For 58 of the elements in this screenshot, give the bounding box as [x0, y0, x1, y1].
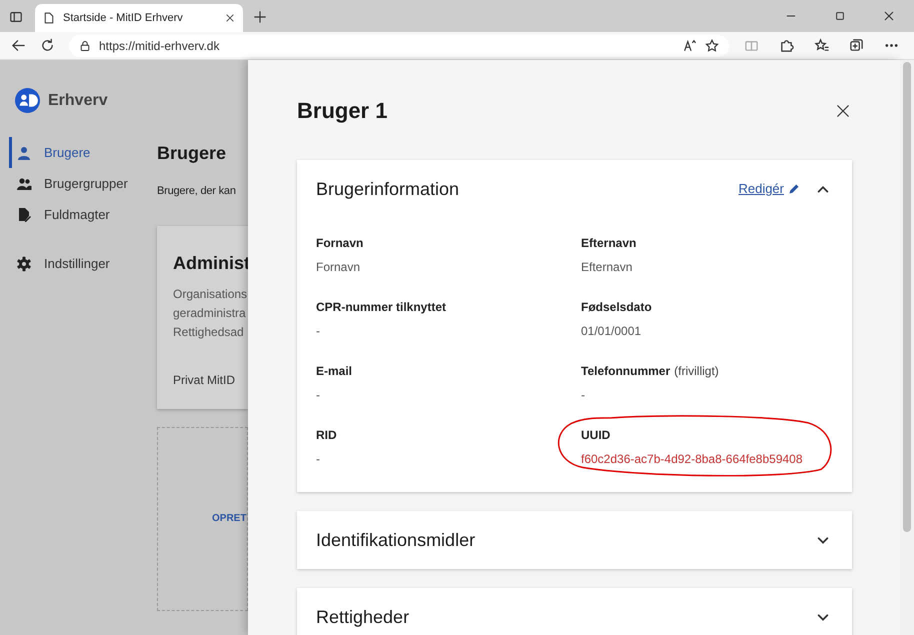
field-value: -	[581, 387, 586, 404]
field-label: Telefonnummer	[581, 363, 670, 380]
puzzle-icon[interactable]	[779, 38, 794, 53]
field-label: RID	[316, 427, 337, 444]
sidebar-toggle-icon[interactable]	[9, 10, 23, 24]
field-value: Fornavn	[316, 259, 362, 276]
field-value: -	[316, 387, 321, 404]
drawer-title: Bruger 1	[297, 97, 388, 125]
create-button[interactable]: OPRET	[212, 511, 246, 526]
edit-link[interactable]: Redigér	[738, 179, 800, 199]
field-label: Fødselsdato	[581, 299, 652, 316]
card-footer-text: Privat MitID	[173, 372, 236, 388]
favorites-icon[interactable]	[814, 38, 829, 53]
back-icon[interactable]	[11, 38, 26, 53]
read-aloud-icon[interactable]	[683, 38, 697, 52]
star-plus-icon[interactable]	[705, 38, 719, 52]
lock-icon	[79, 40, 91, 52]
card-text: Organisations	[173, 286, 248, 302]
field-label: Fornavn	[316, 235, 364, 252]
card-text: Rettighedsad	[173, 324, 245, 340]
field-value: f60c2d36-ac7b-4d92-8ba8-664fe8b59408	[581, 451, 804, 468]
field-label: E-mail	[316, 363, 352, 380]
tab-title: Startside - MitID Erhverv	[63, 10, 184, 26]
logo-text: Erhverv	[48, 90, 108, 110]
gear-icon	[16, 256, 32, 272]
collections-icon[interactable]	[849, 38, 864, 53]
sidebar-item[interactable]: Brugere	[9, 137, 157, 168]
section-title[interactable]: Brugerinformation	[316, 176, 738, 202]
card-text: geradministra	[173, 304, 247, 322]
close-icon[interactable]	[883, 10, 895, 22]
logo-icon	[15, 88, 40, 113]
new-tab-icon[interactable]	[253, 10, 267, 24]
field-value: -	[316, 451, 321, 468]
page-icon	[43, 11, 55, 25]
people-icon	[16, 176, 32, 192]
browser-tab[interactable]: Startside - MitID Erhverv	[35, 4, 243, 32]
field-label: Efternavn	[581, 235, 636, 252]
address-bar[interactable]: https://mitid-erhverv.dk	[69, 34, 729, 56]
field-value: Efternavn	[581, 259, 634, 276]
page-title: Brugere	[157, 142, 228, 165]
close-icon[interactable]	[225, 13, 235, 23]
pencil-icon	[788, 183, 800, 195]
document-pen-icon	[16, 206, 32, 222]
maximize-icon[interactable]	[834, 10, 846, 22]
person-icon	[16, 144, 32, 160]
card-title: Administ	[173, 252, 248, 274]
page-description: Brugere, der kan	[157, 184, 237, 199]
sidebar-item[interactable]: Brugergrupper	[9, 168, 157, 199]
field-note: (frivilligt)	[674, 363, 719, 380]
close-icon[interactable]	[836, 104, 850, 118]
field-value: -	[316, 323, 321, 340]
field-label: CPR-nummer tilknyttet	[316, 299, 446, 316]
field-value: 01/01/0001	[581, 323, 642, 340]
reload-icon[interactable]	[40, 38, 55, 53]
sidebar-item[interactable]: Indstillinger	[9, 248, 157, 279]
sidebar-item[interactable]: Fuldmagter	[9, 199, 157, 230]
field-label: UUID	[581, 427, 610, 444]
url-text: https://mitid-erhverv.dk	[99, 38, 220, 54]
